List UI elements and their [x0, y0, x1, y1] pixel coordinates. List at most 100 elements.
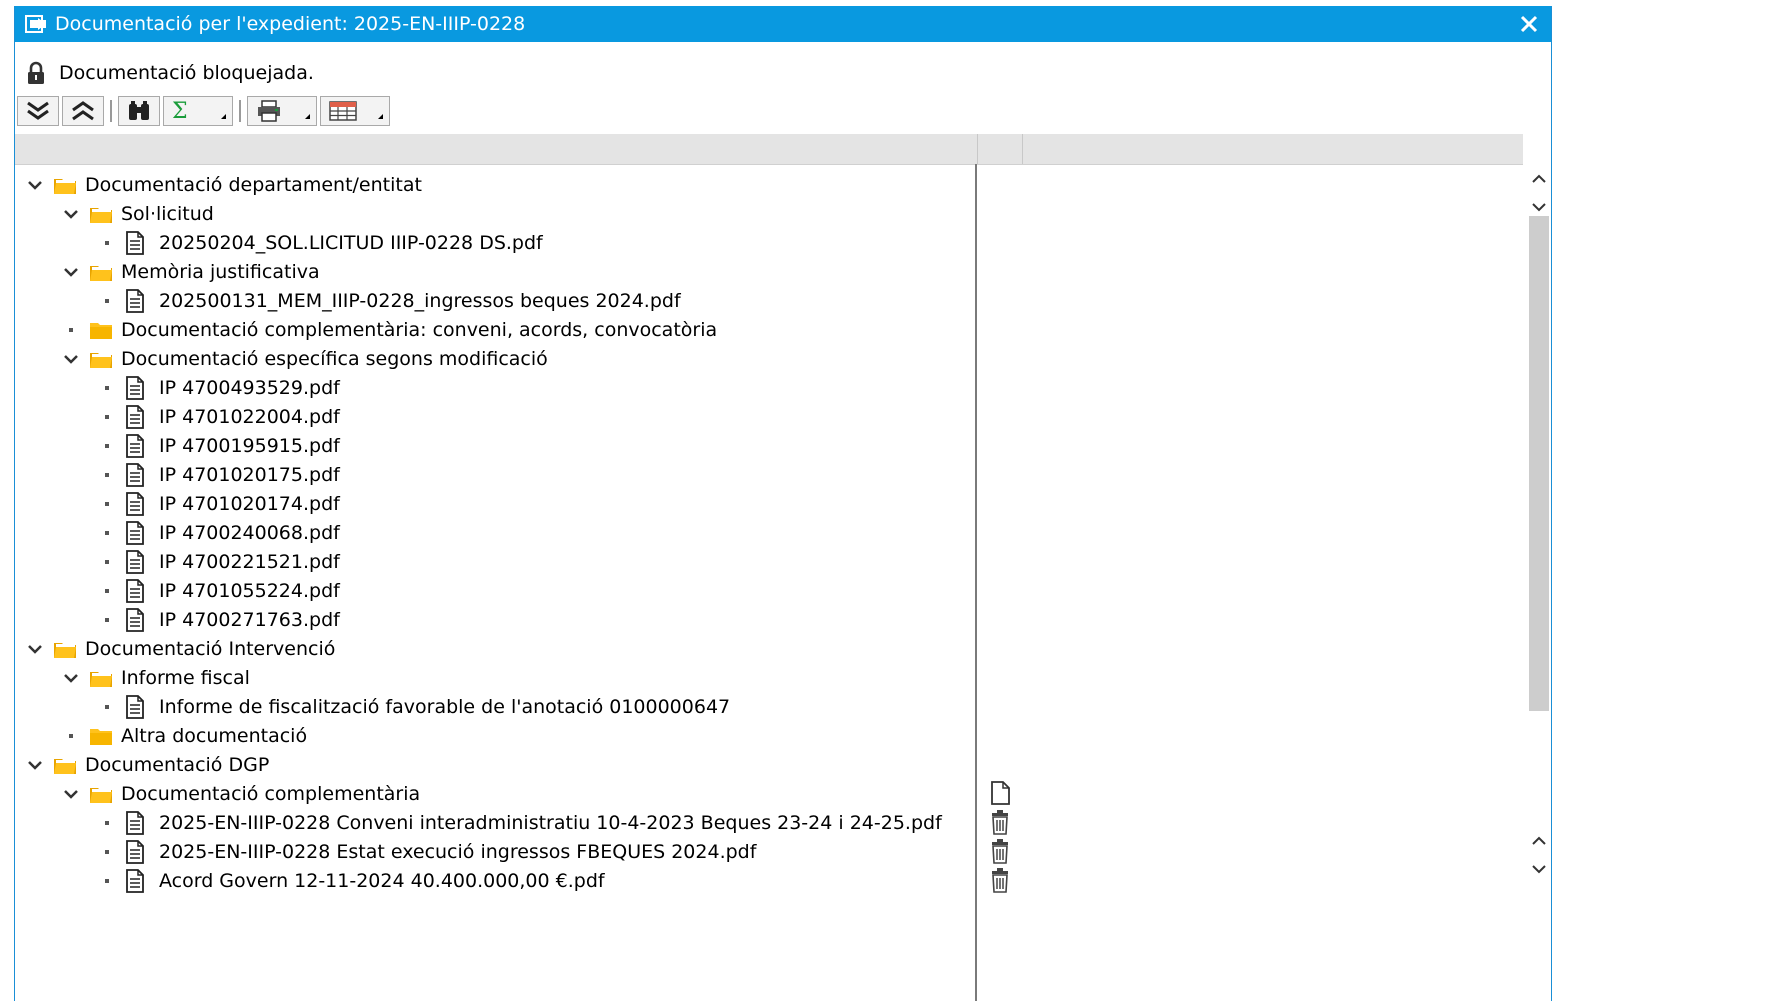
- layout-dropdown-button[interactable]: [320, 96, 390, 126]
- tree-file-node[interactable]: IP 4701020174.pdf: [97, 489, 340, 518]
- table-layout-icon: [329, 101, 357, 121]
- chevron-down-icon[interactable]: [61, 262, 81, 282]
- tree-file-node[interactable]: IP 4701020175.pdf: [97, 460, 340, 489]
- tree-file-node[interactable]: 202500131_MEM_IIIP-0228_ingressos beques…: [97, 286, 681, 315]
- chevron-down-icon[interactable]: [25, 175, 45, 195]
- vertical-scrollbar[interactable]: [1527, 164, 1551, 884]
- document-icon: [126, 607, 144, 632]
- sum-dropdown-button[interactable]: Σ: [163, 96, 233, 126]
- tree-file-node[interactable]: Acord Govern 12-11-2024 40.400.000,00 €.…: [97, 866, 605, 895]
- scroll-down-icon[interactable]: [1531, 200, 1547, 214]
- trash-icon[interactable]: [987, 809, 1013, 835]
- tree-bullet: [97, 813, 117, 833]
- document-icon: [126, 462, 144, 487]
- expand-all-button[interactable]: [17, 96, 59, 126]
- document-icon: [126, 404, 144, 429]
- tree-file-node[interactable]: 2025-EN-IIIP-0228 Conveni interadministr…: [97, 808, 942, 837]
- chevron-down-icon[interactable]: [61, 349, 81, 369]
- find-button[interactable]: [118, 96, 160, 126]
- chevron-down-icon[interactable]: [25, 755, 45, 775]
- folder-open-icon: [54, 178, 76, 194]
- tree-folder-node[interactable]: Documentació específica segons modificac…: [61, 344, 548, 373]
- tree-node-label: Altra documentació: [121, 724, 308, 747]
- tree-node-label: IP 4701020174.pdf: [159, 492, 340, 515]
- tree-folder-node[interactable]: Documentació complementària: conveni, ac…: [61, 315, 717, 344]
- sigma-icon: Σ: [172, 98, 188, 124]
- tree-node-label: 202500131_MEM_IIIP-0228_ingressos beques…: [159, 289, 681, 312]
- tree-folder-node[interactable]: Documentació departament/entitat: [25, 170, 422, 199]
- tree-file-node[interactable]: IP 4701022004.pdf: [97, 402, 340, 431]
- tree-file-node[interactable]: IP 4701055224.pdf: [97, 576, 340, 605]
- scroll-up-icon[interactable]: [1531, 834, 1547, 848]
- trash-icon[interactable]: [987, 867, 1013, 893]
- tree-node-label: Informe fiscal: [121, 666, 250, 689]
- dialog-icon: [25, 13, 47, 35]
- collapse-all-button[interactable]: [62, 96, 104, 126]
- tree-bullet: [97, 465, 117, 485]
- document-icon: [126, 230, 144, 255]
- close-button[interactable]: [1511, 6, 1547, 42]
- tree-bullet: [97, 610, 117, 630]
- tree-file-node[interactable]: 20250204_SOL.LICITUD IIIP-0228 DS.pdf: [97, 228, 543, 257]
- column-header-cell: [977, 134, 1023, 164]
- document-icon: [126, 578, 144, 603]
- chevron-down-icon[interactable]: [61, 784, 81, 804]
- toolbar-separator: [239, 100, 241, 122]
- column-header: [15, 134, 1523, 165]
- new-document-icon[interactable]: [987, 780, 1013, 806]
- toolbar-separator: [110, 100, 112, 122]
- folder-icon: [90, 322, 112, 339]
- tree-bullet: [97, 233, 117, 253]
- double-chevron-up-icon: [72, 101, 94, 121]
- document-icon: [126, 375, 144, 400]
- tree-folder-node[interactable]: Documentació DGP: [25, 750, 269, 779]
- document-icon: [126, 288, 144, 313]
- tree-node-label: Documentació complementària: [121, 782, 421, 805]
- tree-folder-node[interactable]: Documentació complementària: [61, 779, 420, 808]
- tree-file-node[interactable]: IP 4700493529.pdf: [97, 373, 340, 402]
- scroll-up-icon[interactable]: [1531, 172, 1547, 186]
- scroll-thumb[interactable]: [1529, 216, 1549, 711]
- tree-folder-node[interactable]: Informe fiscal: [61, 663, 250, 692]
- tree-node-label: IP 4700221521.pdf: [159, 550, 340, 573]
- folder-open-icon: [90, 352, 112, 368]
- tree-bullet: [97, 494, 117, 514]
- print-dropdown-button[interactable]: [247, 96, 317, 126]
- tree-bullet: [61, 320, 81, 340]
- tree-folder-node[interactable]: Documentació Intervenció: [25, 634, 335, 663]
- tree-node-label: Memòria justificativa: [121, 260, 320, 283]
- tree-bullet: [97, 523, 117, 543]
- tree-bullet: [97, 291, 117, 311]
- scroll-down-icon[interactable]: [1531, 862, 1547, 876]
- status-line: Documentació bloquejada.: [25, 58, 314, 88]
- trash-icon[interactable]: [987, 838, 1013, 864]
- tree-file-node[interactable]: Informe de fiscalització favorable de l'…: [97, 692, 730, 721]
- tree-file-node[interactable]: IP 4700240068.pdf: [97, 518, 340, 547]
- tree-file-node[interactable]: IP 4700195915.pdf: [97, 431, 340, 460]
- tree-file-node[interactable]: IP 4700221521.pdf: [97, 547, 340, 576]
- tree-folder-node[interactable]: Altra documentació: [61, 721, 307, 750]
- chevron-down-icon[interactable]: [61, 204, 81, 224]
- document-icon: [126, 491, 144, 516]
- chevron-down-icon[interactable]: [25, 639, 45, 659]
- document-icon: [126, 549, 144, 574]
- double-chevron-down-icon: [27, 101, 49, 120]
- chevron-down-icon[interactable]: [61, 668, 81, 688]
- tree-node-label: 2025-EN-IIIP-0228 Conveni interadministr…: [159, 811, 942, 834]
- documentation-dialog: Documentació per l'expedient: 2025-EN-II…: [14, 6, 1552, 1001]
- tree-file-node[interactable]: 2025-EN-IIIP-0228 Estat execució ingress…: [97, 837, 756, 866]
- tree-folder-node[interactable]: Memòria justificativa: [61, 257, 320, 286]
- close-icon: [1520, 15, 1538, 33]
- window-title: Documentació per l'expedient: 2025-EN-II…: [55, 13, 526, 35]
- tree-bullet: [97, 436, 117, 456]
- tree-node-label: IP 4700240068.pdf: [159, 521, 340, 544]
- dropdown-caret-icon: [305, 114, 310, 119]
- document-icon: [126, 839, 144, 864]
- lock-icon: [28, 61, 44, 84]
- tree-node-label: IP 4701055224.pdf: [159, 579, 340, 602]
- tree-folder-node[interactable]: Sol·licitud: [61, 199, 214, 228]
- tree-bullet: [97, 581, 117, 601]
- tree-node-label: Sol·licitud: [121, 202, 214, 225]
- tree-node-label: IP 4700493529.pdf: [159, 376, 340, 399]
- tree-file-node[interactable]: IP 4700271763.pdf: [97, 605, 340, 634]
